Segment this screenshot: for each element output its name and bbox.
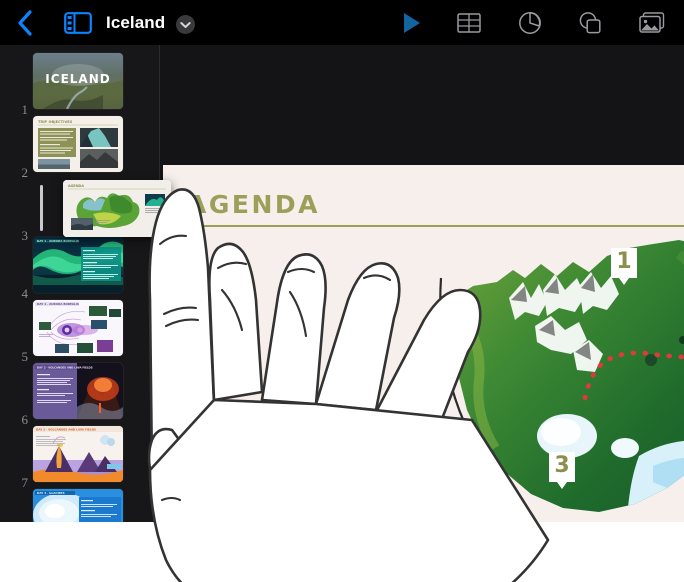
map-marker-1[interactable]: 1	[611, 248, 637, 285]
back-button[interactable]	[10, 8, 40, 38]
document-title[interactable]: Iceland	[106, 11, 165, 35]
slide-6-art: DAY 2 · VOLCANOES AND LAVA FIELDS	[33, 363, 123, 419]
slide-8-art: DAY 3 · GLACIERS	[33, 489, 123, 522]
svg-text:DAY 2 · VOLCANOES AND LAVA FIE: DAY 2 · VOLCANOES AND LAVA FIELDS	[36, 427, 96, 431]
chevron-down-icon	[180, 21, 191, 28]
drop-indicator-label: drop-position-indicator	[0, 45, 1, 46]
keynote-app-window: Iceland 1 ICELAND 2 TRIP OBJECTIVES 3 4 …	[0, 0, 684, 522]
slide-thumbnail-2[interactable]: TRIP OBJECTIVES	[33, 116, 123, 172]
iceland-map-image[interactable]: 1 3	[439, 220, 684, 522]
play-button[interactable]	[398, 9, 426, 37]
svg-text:DAY 3 · GLACIERS: DAY 3 · GLACIERS	[37, 491, 65, 495]
list-item[interactable]: 1 ICELAND	[0, 53, 160, 117]
slide-thumbnail-8[interactable]: DAY 3 · GLACIERS	[33, 489, 123, 522]
slide-title: AGENDA	[187, 190, 320, 219]
chevron-left-icon	[18, 10, 32, 36]
slide-canvas[interactable]: AGENDA 1 3	[160, 45, 684, 522]
svg-text:DAY 2 · VOLCANOES AND LAVA FIE: DAY 2 · VOLCANOES AND LAVA FIELDS	[37, 366, 93, 370]
list-item[interactable]: 7 DAY 2 · VOLCANOES AND LAVA FIELDS	[0, 426, 160, 490]
shapes-icon	[579, 12, 601, 34]
svg-text:AGENDA: AGENDA	[68, 184, 84, 188]
drop-position-indicator	[40, 185, 43, 231]
chart-button[interactable]	[516, 9, 544, 37]
map-marker-3[interactable]: 3	[549, 452, 575, 489]
map-marker-label: 1	[616, 249, 632, 274]
dragged-slide-art: AGENDA	[63, 180, 171, 237]
slide-thumbnail-6[interactable]: DAY 2 · VOLCANOES AND LAVA FIELDS	[33, 363, 123, 419]
table-icon	[457, 13, 481, 33]
app-toolbar: Iceland	[0, 0, 684, 45]
list-item[interactable]: 6 DAY 2 · VOLCANOES AND LAVA FIELDS	[0, 363, 160, 427]
current-slide[interactable]: AGENDA 1 3	[163, 165, 684, 522]
sidebar-toggle-button[interactable]	[62, 10, 94, 36]
slide-4-art: DAY 1 · AURORA BOREALIS	[33, 237, 123, 293]
list-item[interactable]: 4 DAY 1 · AURORA BOREALIS	[0, 237, 160, 301]
table-button[interactable]	[455, 9, 483, 37]
slide-thumbnail-7[interactable]: DAY 2 · VOLCANOES AND LAVA FIELDS	[33, 426, 123, 482]
sidebar-navigator-icon	[64, 12, 92, 34]
map-marker-label: 3	[554, 453, 570, 478]
svg-text:DAY 1 · AURORA BOREALIS: DAY 1 · AURORA BOREALIS	[37, 302, 79, 306]
play-icon	[404, 13, 420, 33]
screenshot-stage: Iceland 1 ICELAND 2 TRIP OBJECTIVES 3 4 …	[0, 0, 684, 582]
pie-chart-icon	[519, 12, 541, 34]
svg-text:TRIP OBJECTIVES: TRIP OBJECTIVES	[38, 120, 73, 124]
media-button[interactable]	[638, 9, 666, 37]
slide-thumbnail-1[interactable]: ICELAND	[33, 53, 123, 109]
dragged-slide-thumbnail[interactable]: AGENDA	[63, 180, 171, 237]
media-photos-icon	[639, 12, 665, 33]
list-item[interactable]: 5 DAY 1 · AURORA BOREALIS	[0, 300, 160, 364]
slide-1-art: ICELAND	[33, 53, 123, 109]
list-item[interactable]: 2 TRIP OBJECTIVES	[0, 116, 160, 180]
slide-thumbnail-4[interactable]: DAY 1 · AURORA BOREALIS	[33, 237, 123, 293]
slide-thumbnail-5[interactable]: DAY 1 · AURORA BOREALIS	[33, 300, 123, 356]
slide-navigator-sidebar[interactable]: 1 ICELAND 2 TRIP OBJECTIVES 3 4 DAY 1 · …	[0, 45, 160, 522]
slide-5-art: DAY 1 · AURORA BOREALIS	[33, 300, 123, 356]
slide-7-art: DAY 2 · VOLCANOES AND LAVA FIELDS	[33, 426, 123, 482]
shape-button[interactable]	[576, 9, 604, 37]
list-item[interactable]: 8	[0, 489, 160, 522]
svg-text:ICELAND: ICELAND	[45, 72, 110, 86]
slide-2-art: TRIP OBJECTIVES	[33, 116, 123, 172]
svg-text:DAY 1 · AURORA BOREALIS: DAY 1 · AURORA BOREALIS	[37, 239, 79, 243]
document-menu-button[interactable]	[176, 15, 195, 34]
